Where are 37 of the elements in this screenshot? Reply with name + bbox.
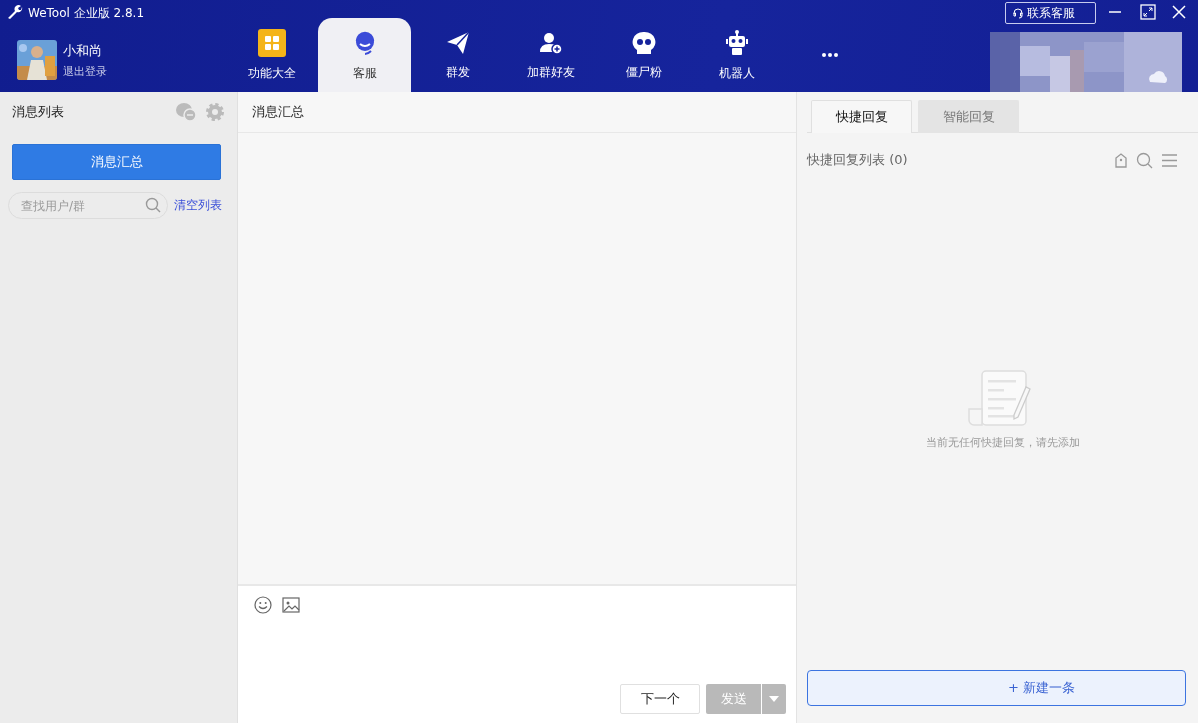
nav-tab[interactable]: 群发 bbox=[411, 18, 504, 92]
empty-message: 当前无任何快捷回复，请先添加 bbox=[925, 435, 1080, 450]
nav-tab[interactable]: 客服 bbox=[318, 18, 411, 92]
tag-icon[interactable] bbox=[1114, 151, 1128, 169]
emoji-icon[interactable] bbox=[254, 596, 272, 614]
window-title: WeTool 企业版 2.8.1 bbox=[28, 5, 144, 22]
chat-bubble-icon[interactable] bbox=[175, 102, 197, 122]
caret-icon bbox=[769, 696, 779, 702]
settings-icon[interactable] bbox=[205, 102, 225, 122]
menu-icon[interactable] bbox=[1161, 152, 1178, 168]
skull-icon bbox=[630, 29, 657, 56]
clear-list-link[interactable]: 清空列表 bbox=[174, 197, 222, 214]
next-button[interactable]: 下一个 bbox=[620, 684, 700, 714]
grid-icon bbox=[257, 28, 286, 57]
nav-tab[interactable]: 僵尸粉 bbox=[597, 18, 690, 92]
maximize-icon[interactable] bbox=[1140, 4, 1156, 20]
logout-link[interactable]: 退出登录 bbox=[63, 63, 107, 79]
close-icon[interactable] bbox=[1171, 4, 1187, 20]
panel-title: 消息列表 bbox=[12, 103, 64, 121]
search-icon[interactable] bbox=[1136, 151, 1153, 169]
send-options-button[interactable] bbox=[762, 684, 786, 714]
reply-tab[interactable]: 智能回复 bbox=[918, 100, 1019, 133]
image-icon[interactable] bbox=[282, 596, 300, 614]
reply-tab[interactable]: 快捷回复 bbox=[811, 100, 912, 133]
more-icon bbox=[820, 52, 839, 58]
new-reply-button[interactable]: + 新建一条 bbox=[807, 670, 1186, 706]
nav-tab[interactable]: 机器人 bbox=[690, 18, 783, 92]
summary-button[interactable]: 消息汇总 bbox=[12, 144, 221, 180]
wrench-icon bbox=[7, 5, 23, 19]
panel-title: 消息汇总 bbox=[252, 103, 304, 121]
contact-support-button[interactable]: 联系客服 bbox=[1005, 2, 1096, 24]
nav-tab[interactable]: 加群好友 bbox=[504, 18, 597, 92]
search-field[interactable]: 查找用户/群 bbox=[8, 192, 168, 219]
nav-tab[interactable]: 功能大全 bbox=[225, 18, 318, 92]
user-name: 小和尚 bbox=[63, 41, 103, 60]
search-icon bbox=[145, 197, 161, 213]
list-title: 快捷回复列表 (0) bbox=[807, 151, 908, 169]
